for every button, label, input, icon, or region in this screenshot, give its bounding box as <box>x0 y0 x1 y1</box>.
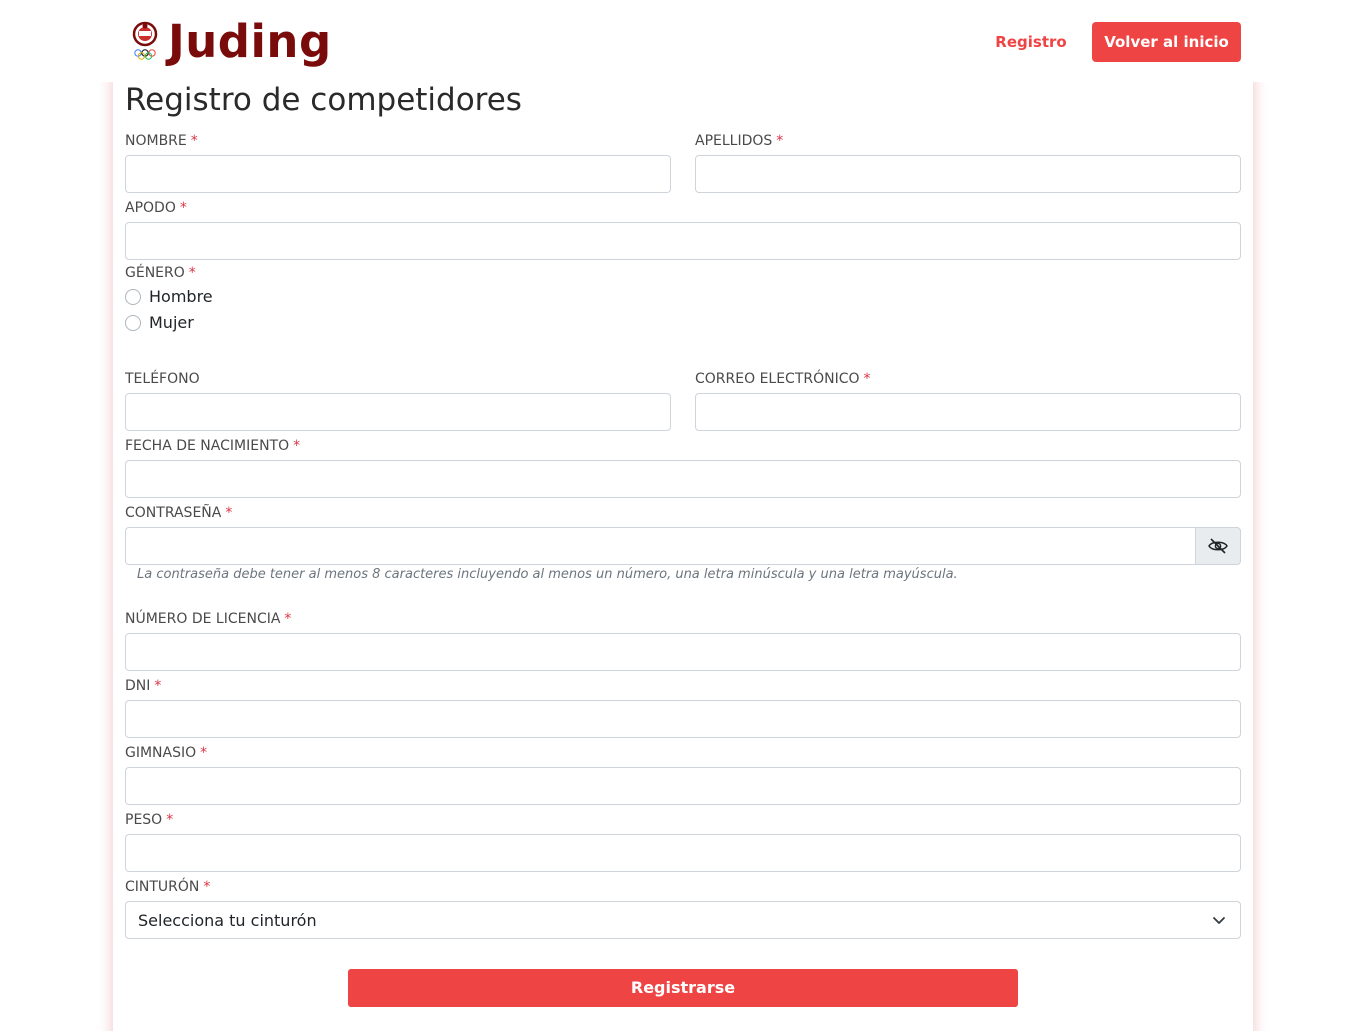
required-mark: * <box>200 745 208 761</box>
required-mark: * <box>188 265 196 281</box>
required-mark: * <box>166 812 174 828</box>
radio-mujer[interactable] <box>125 314 141 331</box>
apellidos-label-text: APELLIDOS <box>695 133 773 149</box>
telefono-label-text: TELÉFONO <box>125 371 200 387</box>
required-mark: * <box>203 879 211 895</box>
contrasena-label-text: CONTRASEÑA <box>125 505 222 521</box>
brand-name: Juding <box>168 15 332 68</box>
peso-input[interactable] <box>125 834 1241 872</box>
required-mark: * <box>225 505 233 521</box>
password-input[interactable] <box>125 527 1196 565</box>
required-mark: * <box>179 200 187 216</box>
nombre-input[interactable] <box>125 155 671 193</box>
licencia-input[interactable] <box>125 633 1241 671</box>
belt-select[interactable]: Selecciona tu cinturón <box>125 901 1241 939</box>
page-title: Registro de competidores <box>125 82 522 118</box>
telefono-input[interactable] <box>125 393 671 431</box>
required-mark: * <box>154 678 162 694</box>
cinturon-label: CINTURÓN * <box>125 878 210 896</box>
gender-option-mujer[interactable]: Mujer <box>125 313 194 332</box>
gimnasio-input[interactable] <box>125 767 1241 805</box>
register-submit-button[interactable]: Registrarse <box>348 969 1018 1007</box>
register-link[interactable]: Registro <box>990 22 1072 62</box>
required-mark: * <box>284 611 292 627</box>
apellidos-input[interactable] <box>695 155 1241 193</box>
apodo-input[interactable] <box>125 222 1241 260</box>
radio-hombre-label: Hombre <box>149 287 213 306</box>
peso-label-text: PESO <box>125 812 163 828</box>
telefono-label: TELÉFONO <box>125 370 200 388</box>
required-mark: * <box>863 371 871 387</box>
gender-option-hombre[interactable]: Hombre <box>125 287 213 306</box>
genero-label: GÉNERO * <box>125 264 196 282</box>
required-mark: * <box>776 133 784 149</box>
required-mark: * <box>190 133 198 149</box>
nombre-label: NOMBRE * <box>125 132 198 150</box>
belt-select-value: Selecciona tu cinturón <box>138 910 317 930</box>
required-mark: * <box>293 438 301 454</box>
password-toggle-button[interactable] <box>1195 527 1241 565</box>
peso-label: PESO * <box>125 811 173 829</box>
eye-slash-icon <box>1208 538 1228 554</box>
apodo-label: APODO * <box>125 199 187 217</box>
home-button[interactable]: Volver al inicio <box>1092 22 1241 62</box>
licencia-label: NÚMERO DE LICENCIA * <box>125 610 291 628</box>
nombre-label-text: NOMBRE <box>125 133 187 149</box>
password-hint: La contraseña debe tener al menos 8 cara… <box>137 567 958 582</box>
apellidos-label: APELLIDOS * <box>695 132 783 150</box>
chevron-down-icon <box>1213 917 1225 924</box>
apodo-label-text: APODO <box>125 200 176 216</box>
brand-logo[interactable]: Juding <box>130 15 332 68</box>
contrasena-label: CONTRASEÑA * <box>125 504 232 522</box>
correo-input[interactable] <box>695 393 1241 431</box>
genero-label-text: GÉNERO <box>125 265 185 281</box>
top-navbar: Juding Registro Volver al inicio <box>0 0 1366 82</box>
gimnasio-label: GIMNASIO * <box>125 744 207 762</box>
dni-label: DNI * <box>125 677 161 695</box>
correo-label-text: CORREO ELECTRÓNICO <box>695 371 860 387</box>
dni-label-text: DNI <box>125 678 151 694</box>
fecha-input[interactable] <box>125 460 1241 498</box>
radio-mujer-label: Mujer <box>149 313 194 332</box>
radio-hombre[interactable] <box>125 288 141 305</box>
correo-label: CORREO ELECTRÓNICO * <box>695 370 871 388</box>
gimnasio-label-text: GIMNASIO <box>125 745 197 761</box>
registration-page: Juding Registro Volver al inicio Registr… <box>0 0 1366 1031</box>
cinturon-label-text: CINTURÓN <box>125 879 200 895</box>
fecha-label: FECHA DE NACIMIENTO * <box>125 437 300 455</box>
licencia-label-text: NÚMERO DE LICENCIA <box>125 611 281 627</box>
fecha-label-text: FECHA DE NACIMIENTO <box>125 438 290 454</box>
dni-input[interactable] <box>125 700 1241 738</box>
judo-crest-icon <box>132 21 158 60</box>
